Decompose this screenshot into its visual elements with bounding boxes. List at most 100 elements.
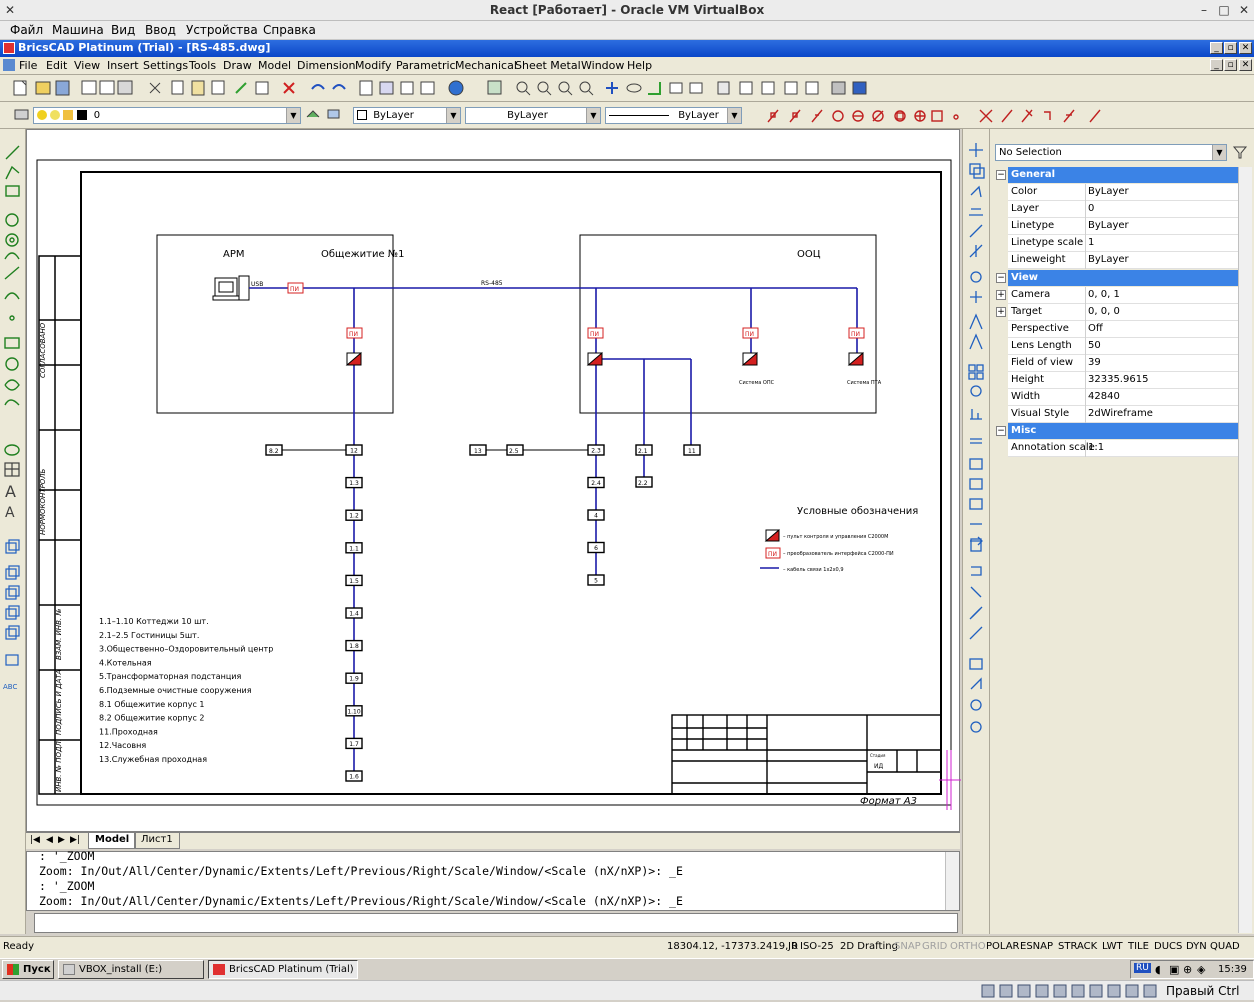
property-row[interactable]: Linetype ByLayer: [1008, 218, 1238, 235]
command-input[interactable]: [34, 913, 958, 933]
task-bricscad[interactable]: BricsCAD Platinum (Trial) - ...: [208, 960, 358, 992]
property-row[interactable]: Width 42840: [1008, 389, 1238, 406]
minimize-icon[interactable]: –: [1196, 2, 1212, 18]
lineweight-combo[interactable]: ByLayer ▼: [605, 107, 742, 124]
layer-previous-icon[interactable]: [326, 107, 342, 121]
collapse-misc-icon[interactable]: −: [996, 426, 1006, 436]
menu-model[interactable]: Model: [258, 59, 291, 72]
shield-icon[interactable]: ◈: [1197, 963, 1205, 976]
tab-nav-prev-icon[interactable]: ◀: [46, 835, 53, 845]
group-view[interactable]: View: [1008, 270, 1238, 286]
status-toggle[interactable]: POLAR: [986, 941, 1020, 952]
doc-icon[interactable]: [3, 59, 15, 71]
menu-tools[interactable]: Tools: [189, 59, 216, 72]
vbox-menu-view[interactable]: Вид: [111, 23, 135, 37]
status-toggle[interactable]: DYN: [1186, 941, 1207, 952]
maximize-icon[interactable]: □: [1216, 2, 1232, 18]
chevron-down-icon[interactable]: ▼: [286, 108, 300, 123]
doc-close-icon[interactable]: ✕: [1239, 59, 1252, 71]
menu-insert[interactable]: Insert: [107, 59, 139, 72]
status-toggle[interactable]: DUCS: [1154, 941, 1182, 952]
start-button[interactable]: Пуск: [2, 960, 54, 979]
menu-mechanical[interactable]: Mechanical: [455, 59, 517, 72]
color-combo[interactable]: ByLayer ▼: [353, 107, 461, 124]
selection-combo[interactable]: No Selection ▼: [995, 144, 1227, 161]
property-row[interactable]: Lineweight ByLayer: [1008, 252, 1238, 269]
property-row[interactable]: Perspective Off: [1008, 321, 1238, 338]
tab-sheet1[interactable]: Лист1: [134, 833, 180, 849]
expand-camera-icon[interactable]: +: [996, 290, 1006, 300]
tab-nav-next-icon[interactable]: ▶: [58, 835, 65, 845]
lang-indicator[interactable]: RU: [1134, 963, 1151, 973]
cmd-scrollbar[interactable]: [945, 852, 959, 910]
task-vbox-install[interactable]: VBOX_install (E:): [58, 960, 204, 979]
chevron-down-icon[interactable]: ▼: [586, 108, 600, 123]
menu-edit[interactable]: Edit: [46, 59, 67, 72]
app-minimize-icon[interactable]: _: [1210, 42, 1223, 54]
status-toggle[interactable]: SNAP: [894, 941, 921, 952]
app-close-icon[interactable]: ✕: [1239, 42, 1252, 54]
status-toggle[interactable]: 2D Drafting: [840, 941, 898, 952]
status-toggle[interactable]: JR: [788, 941, 798, 952]
menu-help[interactable]: Help: [627, 59, 652, 72]
snap-toolbar[interactable]: [760, 104, 1120, 128]
tab-nav-first-icon[interactable]: |◀: [30, 835, 40, 845]
menu-view[interactable]: View: [74, 59, 100, 72]
property-row[interactable]: Color ByLayer: [1008, 184, 1238, 201]
status-toggle[interactable]: LWT: [1102, 941, 1123, 952]
network-icon[interactable]: ▣: [1169, 963, 1179, 976]
property-row[interactable]: Linetype scale 1: [1008, 235, 1238, 252]
chevron-down-icon[interactable]: ▼: [446, 108, 460, 123]
menu-dimension[interactable]: Dimension: [297, 59, 355, 72]
menu-file[interactable]: File: [19, 59, 37, 72]
status-toggle[interactable]: STRACK: [1058, 941, 1097, 952]
property-row[interactable]: Field of view 39: [1008, 355, 1238, 372]
usb-icon[interactable]: ⊕: [1183, 963, 1192, 976]
speaker-icon[interactable]: ◖: [1155, 963, 1161, 976]
vbox-menu-icon[interactable]: ✕: [2, 2, 18, 18]
property-row[interactable]: Layer 0: [1008, 201, 1238, 218]
group-misc[interactable]: Misc: [1008, 423, 1238, 439]
menu-sheet-metal[interactable]: Sheet Metal: [515, 59, 581, 72]
property-row[interactable]: Lens Length 50: [1008, 338, 1238, 355]
drawing-canvas[interactable]: СОГЛАСОВАНО НОРМОКОНТРОЛЬ ВЗАМ. ИНВ. № П…: [26, 129, 961, 832]
property-row[interactable]: Target 0, 0, 0: [1008, 304, 1238, 321]
layer-states-icon[interactable]: [305, 107, 321, 121]
vbox-menu-help[interactable]: Справка: [263, 23, 316, 37]
status-toggle[interactable]: ORTHO: [950, 941, 986, 952]
properties-scrollbar[interactable]: [1238, 167, 1252, 933]
vbox-device-icons[interactable]: [978, 982, 1178, 1002]
status-toggle[interactable]: QUAD: [1210, 941, 1240, 952]
app-restore-icon[interactable]: ▫: [1224, 42, 1237, 54]
property-row[interactable]: Annotation scale 1:1: [1008, 440, 1238, 457]
vbox-menu-file[interactable]: Файл: [10, 23, 43, 37]
layer-manager-icon[interactable]: [14, 107, 30, 121]
collapse-general-icon[interactable]: −: [996, 170, 1006, 180]
menu-draw[interactable]: Draw: [223, 59, 252, 72]
status-toggle[interactable]: TILE: [1128, 941, 1149, 952]
doc-restore-icon[interactable]: ▫: [1224, 59, 1237, 71]
vbox-menu-input[interactable]: Ввод: [145, 23, 176, 37]
doc-minimize-icon[interactable]: _: [1210, 59, 1223, 71]
close-icon[interactable]: ✕: [1236, 2, 1252, 18]
status-toggle[interactable]: ESNAP: [1020, 941, 1053, 952]
menu-window[interactable]: Window: [581, 59, 624, 72]
menu-settings[interactable]: Settings: [143, 59, 188, 72]
vbox-menu-machine[interactable]: Машина: [52, 23, 104, 37]
tab-model[interactable]: Model: [88, 833, 137, 849]
collapse-view-icon[interactable]: −: [996, 273, 1006, 283]
property-row[interactable]: Visual Style 2dWireframe: [1008, 406, 1238, 423]
status-toggle[interactable]: ISO-25: [800, 941, 834, 952]
expand-target-icon[interactable]: +: [996, 307, 1006, 317]
property-row[interactable]: Height 32335.9615: [1008, 372, 1238, 389]
group-general[interactable]: General: [1008, 167, 1238, 183]
quick-select-icon[interactable]: [1232, 144, 1248, 160]
layer-combo[interactable]: 0 ▼: [33, 107, 301, 124]
menu-modify[interactable]: Modify: [355, 59, 391, 72]
status-toggle[interactable]: GRID: [922, 941, 947, 952]
menu-parametric[interactable]: Parametric: [396, 59, 456, 72]
chevron-down-icon[interactable]: ▼: [727, 108, 741, 123]
chevron-down-icon[interactable]: ▼: [1212, 145, 1226, 160]
vbox-menu-devices[interactable]: Устройства: [186, 23, 258, 37]
property-row[interactable]: Camera 0, 0, 1: [1008, 287, 1238, 304]
